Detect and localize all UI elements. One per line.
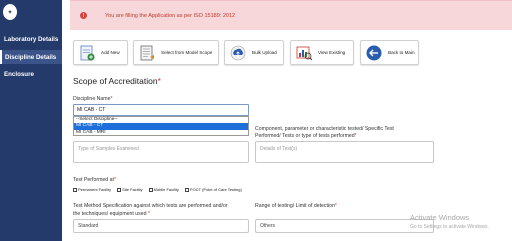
sidebar-item-label: Enclosure xyxy=(4,70,34,78)
permanent-facility-checkbox[interactable]: Permanent Facility xyxy=(73,187,111,192)
samples-examined-field[interactable]: Type of Samples Examined xyxy=(73,141,249,163)
poct-checkbox[interactable]: POCT (Point of Care Testing) xyxy=(184,187,242,192)
required-asterisk: * xyxy=(148,211,151,217)
method-label-line1: Test Method Specification against which … xyxy=(73,203,228,209)
test-performed-label: Test Performed at* xyxy=(73,177,116,183)
discipline-label-text: Discipline Name xyxy=(73,96,111,102)
checkbox-label: POCT (Point of Care Testing) xyxy=(189,187,242,192)
required-asterisk: * xyxy=(354,133,357,139)
alert-icon-glyph: ! xyxy=(82,12,85,19)
view-chart-icon xyxy=(294,43,314,63)
select-model-scope-button[interactable]: Select from Model Scope xyxy=(133,40,219,65)
discipline-selected-value: MI CAB - CT xyxy=(77,107,106,113)
sidebar-item-label: Laboratory Details xyxy=(4,35,59,43)
add-document-icon xyxy=(77,43,97,63)
required-asterisk: * xyxy=(334,203,337,209)
component-label-line2: Performed/ Tests or type of tests perfor… xyxy=(255,133,357,139)
sidebar-item-laboratory-details[interactable]: Laboratory Details xyxy=(0,32,62,46)
sidebar: ✦ Laboratory Details Discipline Details … xyxy=(0,0,62,241)
discipline-option[interactable]: MI CAB - MRI xyxy=(74,130,248,136)
required-asterisk: * xyxy=(157,76,161,86)
view-existing-label: View Existing xyxy=(318,50,346,55)
checkbox-box[interactable] xyxy=(148,187,153,192)
alert-text: You are filling the Application as per I… xyxy=(105,12,236,19)
method-label-line2: the techniques/ equipment used * xyxy=(73,211,150,217)
checkbox-label: Permanent Facility xyxy=(78,187,112,192)
test-performed-label-text: Test Performed at xyxy=(73,177,114,183)
method-value: Standard xyxy=(78,223,99,229)
checkbox-label: Site Facility xyxy=(122,187,143,192)
samples-placeholder: Type of Samples Examined xyxy=(78,146,139,152)
page-title-text: Scope of Accreditation xyxy=(73,76,158,86)
activate-windows-watermark: Activate Windows xyxy=(410,213,470,222)
range-label: Range of testing/ Limit of detection* xyxy=(255,203,337,209)
range-select[interactable]: Others xyxy=(255,219,434,233)
component-label-line1: Component, parameter or characteristic t… xyxy=(255,126,394,132)
page-title: Scope of Accreditation* xyxy=(73,76,161,86)
site-facility-checkbox[interactable]: Site Facility xyxy=(117,187,143,192)
bulk-upload-label: Bulk Upload xyxy=(252,50,277,55)
discipline-dropdown: --Select Discipline-- MI CAB - CT MI CAB… xyxy=(73,116,249,136)
required-asterisk: * xyxy=(110,96,113,102)
view-existing-button[interactable]: View Existing xyxy=(290,40,354,65)
iso-alert-banner: ! You are filling the Application as per… xyxy=(70,0,512,30)
checkbox-box[interactable] xyxy=(73,187,77,192)
range-value: Others xyxy=(260,223,276,229)
mobile-facility-checkbox[interactable]: Mobile Facility xyxy=(148,187,179,192)
upload-icon xyxy=(228,43,248,63)
component-label-text: Performed/ Tests or type of tests perfor… xyxy=(255,133,355,139)
back-arrow-icon xyxy=(364,43,384,63)
alert-icon: ! xyxy=(80,12,87,19)
checkbox-box[interactable] xyxy=(184,187,189,192)
checkbox-box[interactable] xyxy=(117,187,122,192)
emblem-logo: ✦ xyxy=(3,4,17,20)
checkbox-label: Mobile Facility xyxy=(153,187,179,192)
sidebar-item-discipline-details[interactable]: Discipline Details xyxy=(0,50,62,64)
add-new-label: Add New xyxy=(101,50,120,55)
required-asterisk: * xyxy=(113,177,116,183)
method-select[interactable]: Standard xyxy=(73,219,249,233)
back-to-main-label: Back to Main xyxy=(388,50,415,55)
discipline-select[interactable]: MI CAB - CT xyxy=(73,104,249,116)
range-label-text: Range of testing/ Limit of detection xyxy=(255,203,335,209)
method-label-text: the techniques/ equipment used xyxy=(73,211,147,217)
select-model-scope-label: Select from Model Scope xyxy=(161,50,213,55)
logo-glyph: ✦ xyxy=(7,9,13,16)
sidebar-item-enclosure[interactable]: Enclosure xyxy=(0,67,62,81)
sidebar-item-label: Discipline Details xyxy=(5,53,57,61)
test-performed-options: Permanent Facility Site Facility Mobile … xyxy=(73,187,248,192)
discipline-label: Discipline Name* xyxy=(73,96,113,102)
activate-windows-subtext: Go to Settings to activate Windows. xyxy=(410,224,489,230)
document-list-icon xyxy=(137,43,157,63)
bulk-upload-button[interactable]: Bulk Upload xyxy=(224,40,284,65)
test-details-field[interactable]: Details of Test(s) xyxy=(255,141,434,163)
details-placeholder: Details of Test(s) xyxy=(260,146,298,152)
back-to-main-button[interactable]: Back to Main xyxy=(360,40,419,65)
add-new-button[interactable]: Add New xyxy=(73,40,128,65)
